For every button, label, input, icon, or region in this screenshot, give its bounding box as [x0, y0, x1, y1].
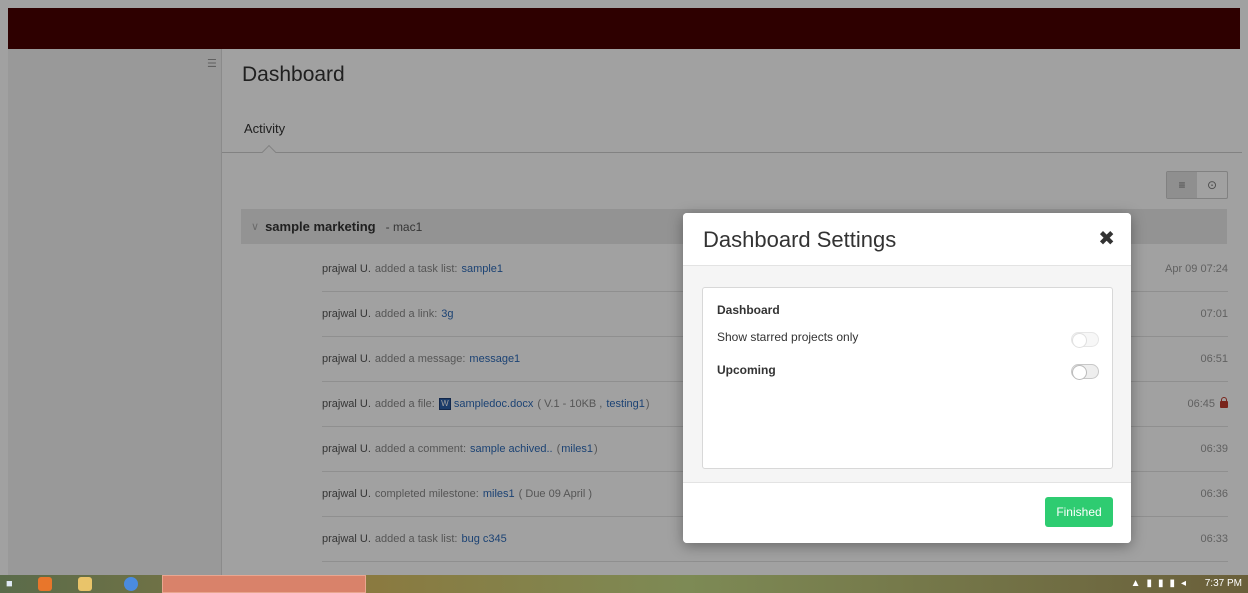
modal-body: Dashboard Show starred projects only Upc… — [683, 266, 1131, 482]
windows-start-icon[interactable]: ■ — [6, 578, 18, 590]
taskbar-clock[interactable]: 7:37 PM — [1205, 578, 1242, 589]
system-tray-icons[interactable]: ▲▮▮▮◂ — [1131, 578, 1192, 589]
settings-panel: Dashboard Show starred projects only Upc… — [702, 287, 1113, 469]
close-icon[interactable]: ✖ — [1098, 226, 1115, 251]
dashboard-settings-modal: Dashboard Settings ✖ Dashboard Show star… — [683, 213, 1131, 543]
modal-footer: Finished — [683, 482, 1131, 543]
chrome-icon[interactable] — [124, 577, 138, 591]
modal-title: Dashboard Settings — [703, 227, 897, 252]
section-title: Dashboard — [717, 303, 780, 317]
firefox-icon[interactable] — [38, 577, 52, 591]
upcoming-label: Upcoming — [717, 363, 776, 377]
os-taskbar: ■ ▲▮▮▮◂ 7:37 PM — [0, 575, 1248, 593]
finished-button[interactable]: Finished — [1045, 497, 1113, 527]
file-explorer-icon[interactable] — [78, 577, 92, 591]
starred-only-label: Show starred projects only — [717, 330, 859, 344]
active-window-tab[interactable] — [162, 575, 366, 593]
starred-only-toggle[interactable] — [1071, 332, 1099, 348]
modal-header: Dashboard Settings ✖ — [683, 213, 1131, 266]
upcoming-toggle[interactable] — [1071, 364, 1099, 380]
